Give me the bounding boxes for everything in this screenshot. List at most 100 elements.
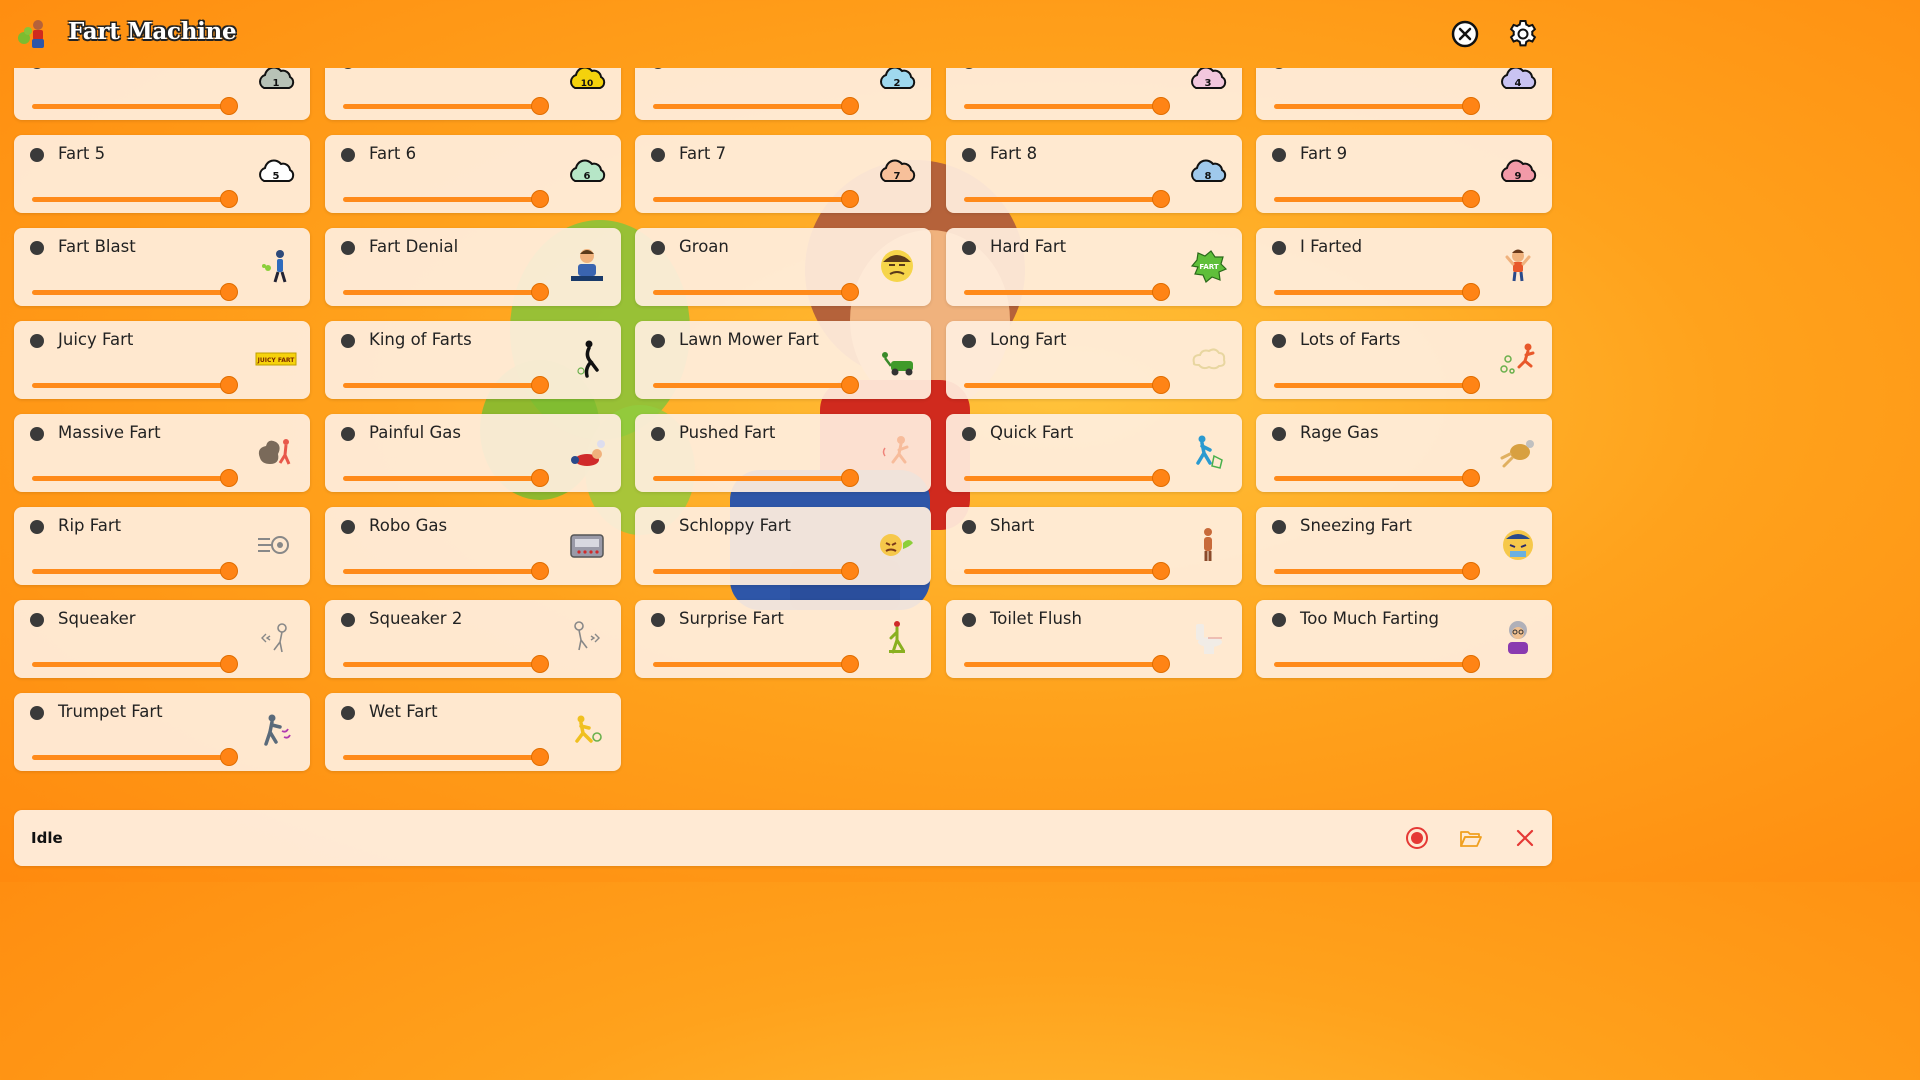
volume-slider-thumb[interactable] (531, 655, 549, 673)
volume-slider-thumb[interactable] (531, 283, 549, 301)
volume-slider-thumb[interactable] (220, 562, 238, 580)
volume-slider-thumb[interactable] (1462, 283, 1480, 301)
volume-slider-thumb[interactable] (841, 190, 859, 208)
volume-slider[interactable] (1274, 290, 1472, 295)
sound-card[interactable]: Long Fart (946, 321, 1242, 399)
volume-slider[interactable] (32, 476, 230, 481)
sound-card[interactable]: Fart 3 3 (946, 68, 1242, 120)
volume-slider-thumb[interactable] (220, 469, 238, 487)
sound-card[interactable]: Schloppy Fart (635, 507, 931, 585)
volume-slider-thumb[interactable] (841, 469, 859, 487)
volume-slider-thumb[interactable] (531, 190, 549, 208)
volume-slider-thumb[interactable] (841, 376, 859, 394)
sound-grid-viewport[interactable]: Fart 11 Fart 1010 Fart 22 Fart 33 Fart 44 Far… (0, 68, 1568, 798)
volume-slider[interactable] (32, 383, 230, 388)
volume-slider-thumb[interactable] (220, 376, 238, 394)
sound-card[interactable]: Fart 9 9 (1256, 135, 1552, 213)
volume-slider[interactable] (964, 383, 1162, 388)
volume-slider[interactable] (1274, 662, 1472, 667)
volume-slider[interactable] (653, 662, 851, 667)
volume-slider[interactable] (964, 197, 1162, 202)
sound-card[interactable]: Massive Fart (14, 414, 310, 492)
volume-slider[interactable] (32, 755, 230, 760)
sound-card[interactable]: Rip Fart (14, 507, 310, 585)
volume-slider-thumb[interactable] (1462, 655, 1480, 673)
sound-card[interactable]: Fart 1 1 (14, 68, 310, 120)
volume-slider[interactable] (1274, 383, 1472, 388)
record-button[interactable] (1405, 826, 1429, 850)
sound-card[interactable]: Juicy Fart JUICY FART (14, 321, 310, 399)
volume-slider-thumb[interactable] (1152, 655, 1170, 673)
volume-slider[interactable] (343, 383, 541, 388)
sound-card[interactable]: Lots of Farts (1256, 321, 1552, 399)
volume-slider[interactable] (1274, 104, 1472, 109)
volume-slider[interactable] (32, 569, 230, 574)
volume-slider-thumb[interactable] (1152, 97, 1170, 115)
volume-slider[interactable] (343, 290, 541, 295)
volume-slider-thumb[interactable] (1462, 97, 1480, 115)
sound-card[interactable]: Sneezing Fart (1256, 507, 1552, 585)
volume-slider-thumb[interactable] (220, 748, 238, 766)
volume-slider[interactable] (1274, 569, 1472, 574)
sound-card[interactable]: Too Much Farting (1256, 600, 1552, 678)
sound-card[interactable]: Fart 8 8 (946, 135, 1242, 213)
close-button[interactable] (1449, 18, 1481, 50)
sound-card[interactable]: Fart Blast (14, 228, 310, 306)
volume-slider[interactable] (343, 569, 541, 574)
volume-slider[interactable] (343, 755, 541, 760)
volume-slider[interactable] (964, 662, 1162, 667)
sound-card[interactable]: Fart 6 6 (325, 135, 621, 213)
volume-slider-thumb[interactable] (531, 748, 549, 766)
sound-card[interactable]: Fart 4 4 (1256, 68, 1552, 120)
sound-card[interactable]: Hard Fart FART (946, 228, 1242, 306)
volume-slider[interactable] (964, 569, 1162, 574)
sound-card[interactable]: Fart 2 2 (635, 68, 931, 120)
volume-slider-thumb[interactable] (1462, 376, 1480, 394)
volume-slider-thumb[interactable] (220, 190, 238, 208)
sound-card[interactable]: I Farted (1256, 228, 1552, 306)
sound-card[interactable]: Trumpet Fart (14, 693, 310, 771)
volume-slider[interactable] (32, 104, 230, 109)
volume-slider-thumb[interactable] (220, 97, 238, 115)
volume-slider-thumb[interactable] (531, 97, 549, 115)
sound-card[interactable]: King of Farts (325, 321, 621, 399)
volume-slider-thumb[interactable] (841, 283, 859, 301)
volume-slider-thumb[interactable] (1152, 190, 1170, 208)
sound-card[interactable]: Surprise Fart (635, 600, 931, 678)
volume-slider-thumb[interactable] (1152, 562, 1170, 580)
volume-slider[interactable] (653, 197, 851, 202)
sound-card[interactable]: Shart (946, 507, 1242, 585)
volume-slider[interactable] (653, 383, 851, 388)
sound-card[interactable]: Fart 10 10 (325, 68, 621, 120)
sound-card[interactable]: Toilet Flush (946, 600, 1242, 678)
volume-slider[interactable] (32, 197, 230, 202)
volume-slider[interactable] (343, 104, 541, 109)
sound-card[interactable]: Fart 7 7 (635, 135, 931, 213)
volume-slider[interactable] (653, 104, 851, 109)
volume-slider-thumb[interactable] (1462, 190, 1480, 208)
volume-slider-thumb[interactable] (531, 562, 549, 580)
sound-card[interactable]: Wet Fart (325, 693, 621, 771)
sound-card[interactable]: Groan (635, 228, 931, 306)
volume-slider-thumb[interactable] (1462, 469, 1480, 487)
open-file-button[interactable] (1459, 826, 1483, 850)
volume-slider-thumb[interactable] (841, 97, 859, 115)
volume-slider[interactable] (653, 290, 851, 295)
settings-button[interactable] (1507, 18, 1539, 50)
volume-slider[interactable] (1274, 197, 1472, 202)
volume-slider[interactable] (653, 476, 851, 481)
sound-card[interactable]: Quick Fart (946, 414, 1242, 492)
sound-card[interactable]: Fart 5 5 (14, 135, 310, 213)
sound-card[interactable]: Robo Gas (325, 507, 621, 585)
volume-slider[interactable] (964, 104, 1162, 109)
volume-slider-thumb[interactable] (841, 655, 859, 673)
sound-card[interactable]: Painful Gas (325, 414, 621, 492)
volume-slider-thumb[interactable] (1152, 469, 1170, 487)
sound-card[interactable]: Squeaker 2 (325, 600, 621, 678)
sound-card[interactable]: Pushed Fart (635, 414, 931, 492)
volume-slider-thumb[interactable] (841, 562, 859, 580)
volume-slider[interactable] (343, 662, 541, 667)
volume-slider[interactable] (1274, 476, 1472, 481)
volume-slider[interactable] (32, 662, 230, 667)
volume-slider[interactable] (653, 569, 851, 574)
